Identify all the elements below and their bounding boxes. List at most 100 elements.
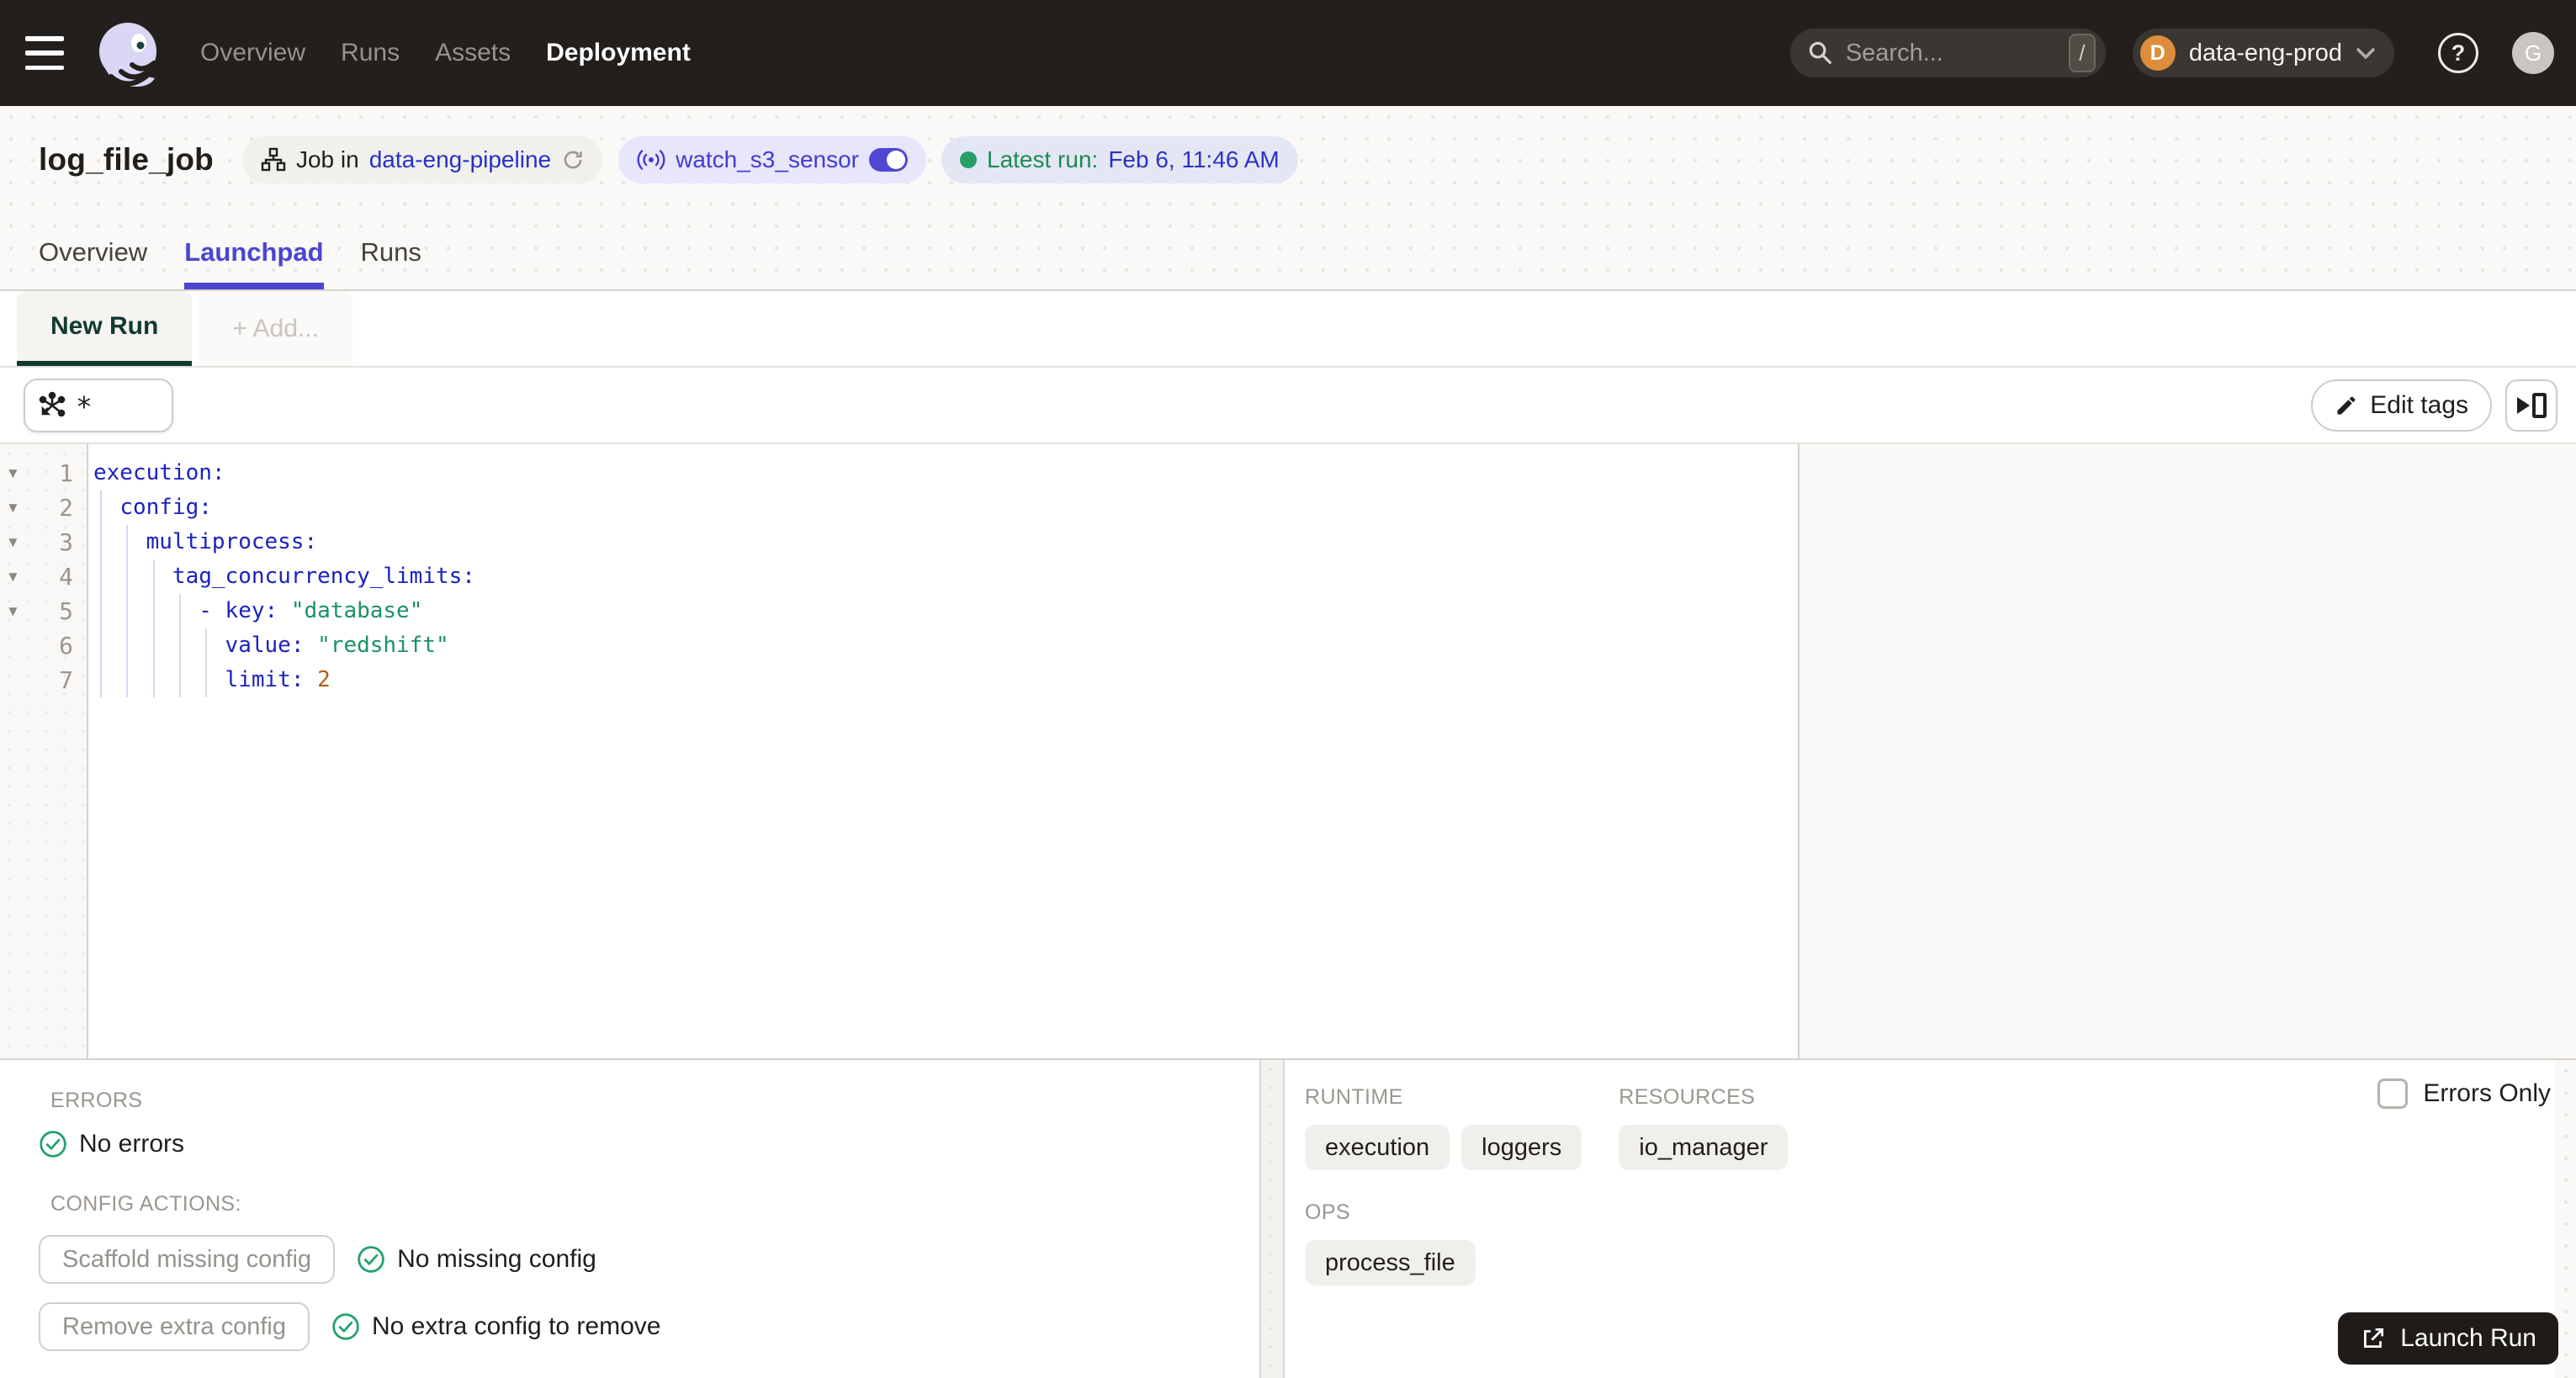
top-navbar: Overview Runs Assets Deployment / D data…: [0, 0, 2576, 106]
user-avatar[interactable]: G: [2512, 32, 2554, 74]
expand-panel-button[interactable]: [2505, 379, 2557, 432]
ops-tag-process-file[interactable]: process_file: [1305, 1240, 1476, 1285]
sensor-pill: watch_s3_sensor: [618, 136, 926, 183]
refresh-icon[interactable]: [561, 148, 585, 172]
navbar-right-cluster: / D data-eng-prod ? G: [1789, 29, 2554, 77]
scaffold-action-row: Scaffold missing config No missing confi…: [39, 1235, 1259, 1284]
help-icon[interactable]: ?: [2438, 33, 2478, 73]
scaffold-missing-config-button[interactable]: Scaffold missing config: [39, 1235, 336, 1284]
code-area[interactable]: execution: config: multiprocess: tag_con…: [88, 444, 1798, 1058]
run-status-dot: [960, 151, 977, 168]
latest-run-link[interactable]: Feb 6, 11:46 AM: [1108, 146, 1279, 173]
line-number: 5: [59, 597, 73, 625]
runtime-label: RUNTIME: [1305, 1085, 1403, 1109]
edit-tags-button[interactable]: Edit tags: [2311, 379, 2492, 432]
deployment-switcher[interactable]: D data-eng-prod: [2132, 29, 2394, 77]
remove-action-row: Remove extra config No extra config to r…: [39, 1302, 1259, 1351]
deployment-name: data-eng-prod: [2188, 39, 2342, 66]
nav-item-deployment[interactable]: Deployment: [546, 39, 691, 67]
editor-right-pane: [1799, 444, 2576, 1058]
job-location-pill: Job in data-eng-pipeline: [241, 136, 604, 183]
line-number: 2: [59, 494, 73, 522]
bottom-panel: ERRORS No errors CONFIG ACTIONS: Scaffol…: [0, 1058, 2576, 1378]
tab-overview[interactable]: Overview: [39, 237, 147, 289]
indent-guide: [126, 525, 128, 697]
runtime-group: RUNTIME execution loggers: [1305, 1085, 1582, 1170]
line-number: 4: [59, 563, 73, 591]
nav-item-assets[interactable]: Assets: [435, 39, 511, 67]
dagster-logo[interactable]: [93, 18, 163, 88]
code-line[interactable]: multiprocess:: [93, 525, 1798, 559]
code-line[interactable]: value: "redshift": [93, 628, 1798, 663]
fold-arrow-icon[interactable]: ▼: [0, 569, 25, 586]
repo-link[interactable]: data-eng-pipeline: [369, 146, 551, 173]
tab-runs[interactable]: Runs: [361, 237, 421, 289]
search-box[interactable]: /: [1789, 29, 2106, 77]
errors-section-label: ERRORS: [50, 1089, 143, 1112]
op-selector-icon: [39, 391, 66, 416]
fold-arrow-icon[interactable]: ▼: [0, 500, 25, 517]
config-actions-label: CONFIG ACTIONS:: [50, 1192, 241, 1216]
search-input[interactable]: [1845, 39, 2069, 67]
primary-nav: Overview Runs Assets Deployment: [200, 39, 691, 67]
session-tab-new-run[interactable]: New Run: [17, 291, 193, 366]
check-circle-icon: [358, 1246, 384, 1273]
editor-gutter: ▼ 1 ▼ 2 ▼ 3 ▼ 4 ▼ 5 6 7: [0, 444, 88, 1058]
fold-arrow-icon[interactable]: ▼: [0, 465, 25, 482]
session-tab-add[interactable]: + Add...: [199, 291, 352, 366]
indent-guide: [153, 559, 155, 697]
remove-extra-config-button[interactable]: Remove extra config: [39, 1302, 310, 1351]
sensor-toggle[interactable]: [869, 148, 908, 172]
resources-label: RESOURCES: [1619, 1085, 1756, 1109]
menu-icon[interactable]: [25, 36, 69, 70]
job-graph-icon: [261, 147, 286, 172]
launchpad-toolbar: * Edit tags: [0, 368, 2576, 444]
fold-arrow-icon[interactable]: ▼: [0, 603, 25, 620]
resources-group: RESOURCES io_manager: [1619, 1085, 1789, 1170]
code-lines: execution: config: multiprocess: tag_con…: [93, 456, 1798, 697]
line-number: 1: [59, 459, 73, 487]
launchpad-session-tabs: New Run + Add...: [0, 291, 2576, 368]
launch-run-button[interactable]: Launch Run: [2338, 1312, 2558, 1365]
extra-config-text: No extra config to remove: [371, 1312, 661, 1340]
code-line[interactable]: execution:: [93, 456, 1798, 490]
octopus-logo-icon: [99, 23, 156, 87]
config-editor[interactable]: ▼ 1 ▼ 2 ▼ 3 ▼ 4 ▼ 5 6 7 execution: config: multipro…: [0, 444, 1799, 1058]
panel-splitter[interactable]: [1259, 1060, 1285, 1378]
code-line[interactable]: limit: 2: [93, 663, 1798, 697]
gutter-rows: ▼ 1 ▼ 2 ▼ 3 ▼ 4 ▼ 5 6 7: [0, 456, 87, 697]
job-header: log_file_job Job in data-eng-pipeline wa…: [0, 106, 2576, 291]
line-number: 3: [59, 528, 73, 556]
indent-guide: [179, 594, 181, 697]
deployment-avatar: D: [2139, 35, 2176, 71]
sensor-link[interactable]: watch_s3_sensor: [676, 146, 859, 173]
tab-launchpad[interactable]: Launchpad: [184, 237, 324, 289]
launch-run-label: Launch Run: [2400, 1324, 2536, 1352]
fold-arrow-icon[interactable]: ▼: [0, 534, 25, 551]
ops-group: OPS process_file: [1305, 1200, 2576, 1285]
no-errors-text: No errors: [79, 1130, 185, 1158]
nav-item-overview[interactable]: Overview: [200, 39, 305, 67]
runtime-tag-execution[interactable]: execution: [1305, 1125, 1450, 1170]
expand-panel-icon: [2516, 392, 2547, 418]
errors-pane: ERRORS No errors CONFIG ACTIONS: Scaffol…: [0, 1060, 1259, 1378]
indent-guide: [100, 490, 102, 697]
sensor-icon: [637, 150, 665, 170]
errors-only-checkbox[interactable]: [2377, 1079, 2409, 1109]
page-title: log_file_job: [39, 142, 214, 177]
chevron-down-icon: [2356, 47, 2375, 60]
errors-only-control[interactable]: Errors Only: [2377, 1079, 2551, 1109]
op-selector-input[interactable]: *: [24, 378, 173, 432]
code-line[interactable]: - key: "database": [93, 594, 1798, 628]
code-line[interactable]: tag_concurrency_limits:: [93, 559, 1798, 594]
op-selector-value: *: [76, 390, 93, 423]
resources-tag-io-manager[interactable]: io_manager: [1619, 1125, 1789, 1170]
runtime-tag-loggers[interactable]: loggers: [1461, 1125, 1582, 1170]
latest-run-label: Latest run:: [987, 146, 1099, 172]
job-location-prefix: Job in: [295, 146, 359, 172]
ops-label: OPS: [1305, 1200, 1350, 1224]
nav-item-runs[interactable]: Runs: [341, 39, 400, 67]
check-circle-icon: [40, 1131, 66, 1158]
launchpad-main: ▼ 1 ▼ 2 ▼ 3 ▼ 4 ▼ 5 6 7 execution: config: multipro…: [0, 444, 2576, 1058]
code-line[interactable]: config:: [93, 490, 1798, 525]
